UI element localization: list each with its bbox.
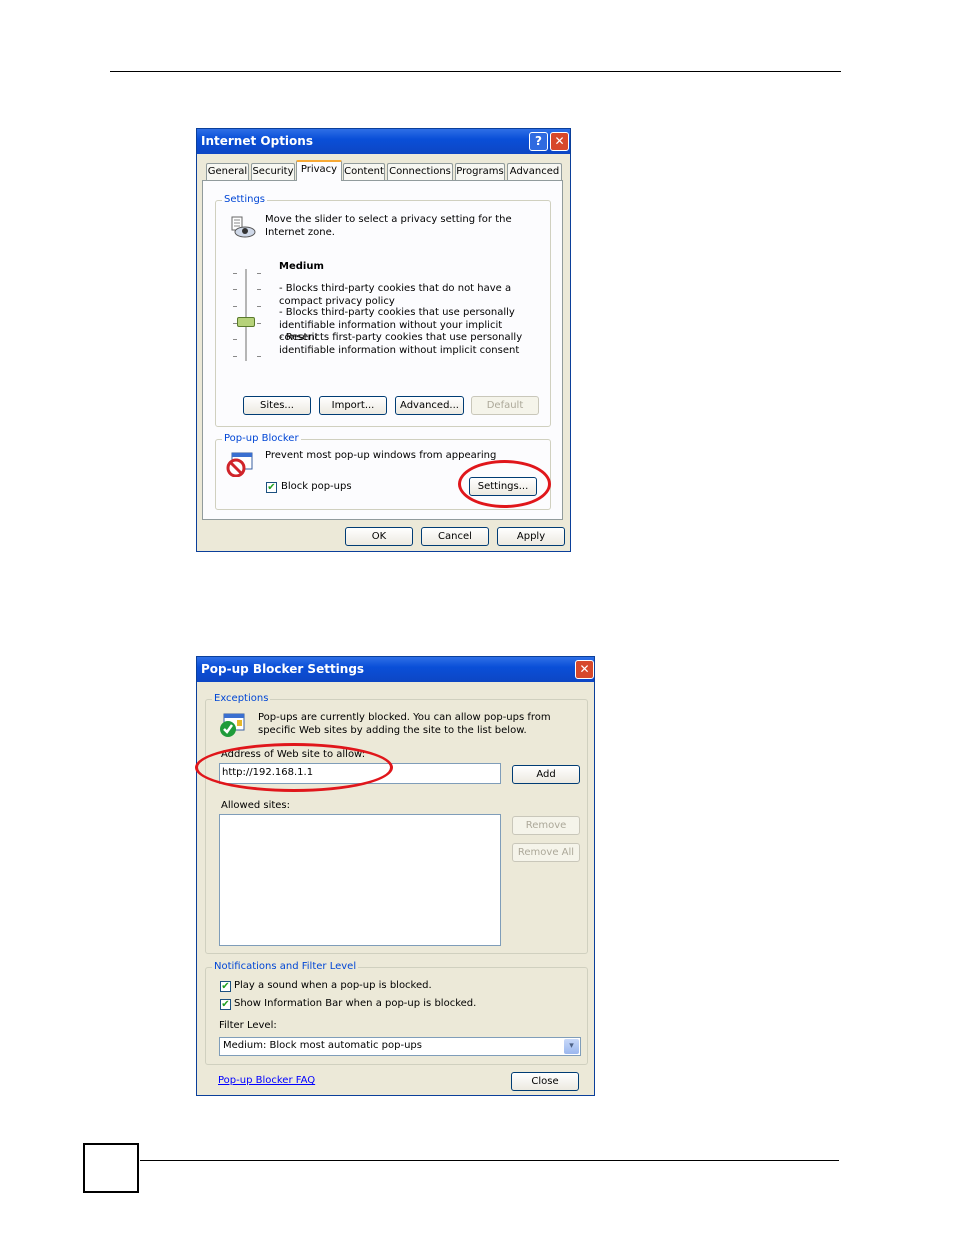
default-button[interactable]: Default xyxy=(471,396,539,415)
tab-programs[interactable]: Programs xyxy=(455,163,505,180)
info-bar-checkbox[interactable]: ✔ xyxy=(220,999,231,1010)
slider-tick xyxy=(233,289,237,290)
slider-tick xyxy=(257,306,261,307)
tab-privacy[interactable]: Privacy xyxy=(296,160,342,181)
apply-button[interactable]: Apply xyxy=(497,527,565,546)
popup-settings-close-btn[interactable]: Close xyxy=(511,1072,579,1091)
page-number-box xyxy=(83,1143,139,1193)
filter-level-label: Filter Level: xyxy=(219,1020,277,1031)
remove-all-button[interactable]: Remove All xyxy=(512,843,580,862)
checkmark-icon: ✔ xyxy=(267,482,276,493)
popup-settings-close-button[interactable]: ✕ xyxy=(575,660,594,679)
popup-settings-title: Pop-up Blocker Settings xyxy=(201,662,365,676)
privacy-settings-label: Settings xyxy=(222,193,268,207)
popup-blocker-settings-dialog: Pop-up Blocker Settings ✕ Exceptions Pop… xyxy=(195,656,595,1096)
popup-blocker-description: Prevent most pop-up windows from appeari… xyxy=(265,450,497,461)
privacy-bullet-1: - Blocks third-party cookies that do not… xyxy=(279,283,512,307)
import-button[interactable]: Import... xyxy=(319,396,387,415)
slider-tick xyxy=(257,273,261,274)
advanced-button[interactable]: Advanced... xyxy=(395,396,464,415)
slider-tick xyxy=(233,356,237,357)
popup-settings-titlebar[interactable]: Pop-up Blocker Settings ✕ xyxy=(197,657,594,682)
tab-advanced[interactable]: Advanced xyxy=(507,163,562,180)
privacy-bullet-3: - Restricts first-party cookies that use… xyxy=(279,332,523,356)
checkmark-icon: ✔ xyxy=(221,981,230,992)
ok-button[interactable]: OK xyxy=(345,527,413,546)
privacy-level-title: Medium xyxy=(279,261,324,272)
privacy-slider-thumb[interactable] xyxy=(237,317,255,327)
privacy-globe-icon xyxy=(231,216,256,238)
address-field-highlight xyxy=(195,743,393,792)
exceptions-description: Pop-ups are currently blocked. You can a… xyxy=(258,712,551,736)
slider-tick xyxy=(257,356,261,357)
slider-tick xyxy=(233,273,237,274)
cancel-button[interactable]: Cancel xyxy=(421,527,489,546)
filter-level-select[interactable]: Medium: Block most automatic pop-ups ▾ xyxy=(219,1037,581,1056)
add-button[interactable]: Add xyxy=(512,765,580,784)
block-popups-checkbox[interactable]: ✔ xyxy=(266,482,277,493)
close-icon: ✕ xyxy=(554,134,565,148)
allowed-sites-label: Allowed sites: xyxy=(221,800,291,811)
slider-tick xyxy=(233,306,237,307)
privacy-settings-group: Settings Move the slider to select a pri… xyxy=(215,193,551,427)
filter-level-value: Medium: Block most automatic pop-ups xyxy=(223,1040,422,1051)
notifications-group: Notifications and Filter Level ✔ Play a … xyxy=(205,960,588,1065)
remove-button[interactable]: Remove xyxy=(512,816,580,835)
page-footer-rule xyxy=(140,1160,839,1161)
close-icon: ✕ xyxy=(579,662,590,676)
allowed-sites-list[interactable] xyxy=(219,814,501,946)
internet-options-title: Internet Options xyxy=(201,134,313,148)
allowed-window-icon xyxy=(220,713,245,737)
play-sound-label: Play a sound when a pop-up is blocked. xyxy=(234,980,432,991)
exceptions-label: Exceptions xyxy=(212,692,271,706)
slider-tick xyxy=(257,323,261,324)
page-header-rule xyxy=(110,71,841,72)
popup-blocker-faq-link[interactable]: Pop-up Blocker FAQ xyxy=(218,1075,315,1086)
tab-content[interactable]: Content xyxy=(343,163,385,180)
tab-security[interactable]: Security xyxy=(251,163,295,180)
tab-connections[interactable]: Connections xyxy=(387,163,453,180)
notifications-label: Notifications and Filter Level xyxy=(212,960,359,974)
slider-tick xyxy=(257,289,261,290)
help-icon: ? xyxy=(535,134,542,148)
popup-blocker-label: Pop-up Blocker xyxy=(222,432,301,446)
close-button[interactable]: ✕ xyxy=(550,132,569,151)
internet-options-dialog: Internet Options ? ✕ General Security Pr… xyxy=(196,128,571,552)
privacy-intro-text: Move the slider to select a privacy sett… xyxy=(265,214,512,238)
privacy-slider-track xyxy=(245,269,247,361)
internet-options-titlebar[interactable]: Internet Options ? ✕ xyxy=(197,129,570,154)
popup-blocked-icon xyxy=(226,452,253,477)
info-bar-label: Show Information Bar when a pop-up is bl… xyxy=(234,998,477,1009)
exceptions-group: Exceptions Pop-ups are currently blocked… xyxy=(205,692,588,954)
sites-button[interactable]: Sites... xyxy=(243,396,311,415)
help-button[interactable]: ? xyxy=(529,132,548,151)
block-popups-label: Block pop-ups xyxy=(281,481,352,492)
settings-button-highlight xyxy=(458,460,551,508)
checkmark-icon: ✔ xyxy=(221,999,230,1010)
chevron-down-icon[interactable]: ▾ xyxy=(564,1039,579,1054)
play-sound-checkbox[interactable]: ✔ xyxy=(220,981,231,992)
tab-general[interactable]: General xyxy=(206,163,249,180)
slider-tick xyxy=(233,339,237,340)
